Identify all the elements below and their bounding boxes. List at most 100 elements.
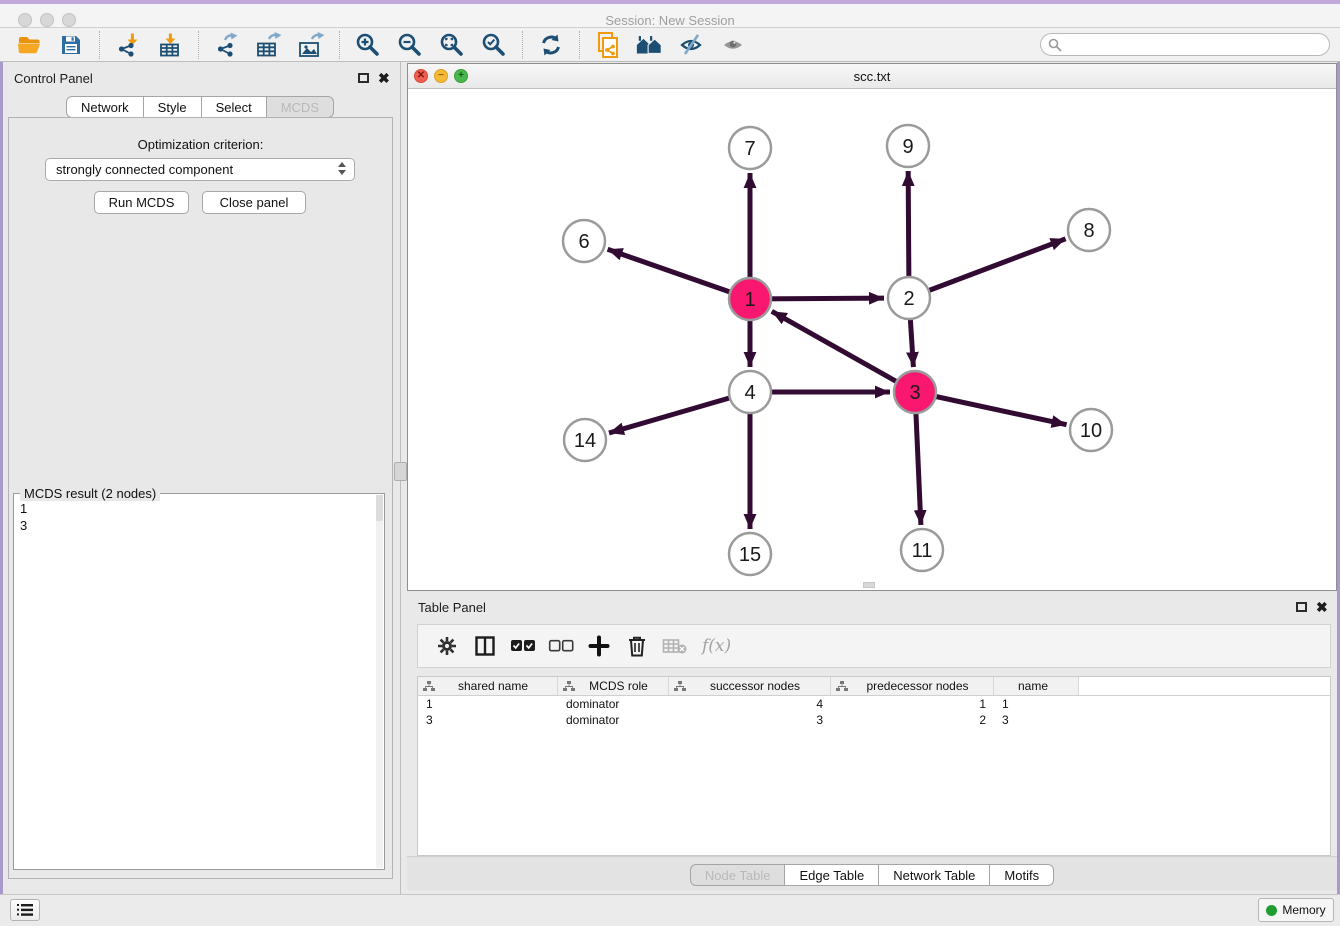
float-panel-icon[interactable] [358, 73, 369, 83]
cell-predecessor-nodes[interactable]: 2 [831, 712, 994, 728]
svg-text:1: 1 [744, 289, 755, 311]
network-view-window: ✕ − + scc.txt 7 9 6 8 1 2 4 3 14 10 15 11 [407, 63, 1337, 591]
columns-icon[interactable] [471, 632, 499, 660]
cell-MCDS-role[interactable]: dominator [558, 712, 669, 728]
app-title: Session: New Session [0, 13, 1340, 28]
node-9[interactable]: 9 [887, 125, 929, 167]
task-history-button[interactable] [10, 899, 40, 921]
zoom-out-icon[interactable] [395, 30, 425, 60]
node-6[interactable]: 6 [563, 220, 605, 262]
refresh-layout-icon[interactable] [536, 30, 566, 60]
tab-network[interactable]: Network [66, 96, 144, 118]
memory-label: Memory [1282, 903, 1325, 917]
import-table-icon[interactable] [155, 30, 185, 60]
node-8[interactable]: 8 [1068, 209, 1110, 251]
cell-shared-name[interactable]: 1 [418, 696, 558, 712]
export-network-icon[interactable] [212, 30, 242, 60]
node-4[interactable]: 4 [729, 371, 771, 413]
open-folder-icon[interactable] [14, 30, 44, 60]
edge-3-1[interactable] [772, 311, 915, 392]
cell-successor-nodes[interactable]: 4 [669, 696, 831, 712]
hide-panels-icon[interactable] [677, 30, 707, 60]
home-view-icon[interactable] [635, 30, 665, 60]
zoom-selected-icon[interactable] [479, 30, 509, 60]
add-row-icon[interactable] [585, 632, 613, 660]
result-scrollbar[interactable] [376, 495, 383, 868]
table-row[interactable]: 1dominator411 [418, 696, 1330, 712]
cell-name[interactable]: 1 [994, 696, 1079, 712]
run-mcds-button[interactable]: Run MCDS [94, 191, 189, 214]
status-bar [0, 894, 1340, 926]
node-11[interactable]: 11 [901, 529, 943, 571]
gear-icon[interactable] [433, 632, 461, 660]
node-15[interactable]: 15 [729, 533, 771, 575]
zoom-in-icon[interactable] [353, 30, 383, 60]
close-panel-icon[interactable]: ✖ [378, 72, 390, 84]
column-header-predecessor-nodes[interactable]: predecessor nodes [831, 677, 994, 695]
tab-edge-table[interactable]: Edge Table [785, 864, 879, 886]
hierarchy-icon [423, 681, 435, 692]
search-input[interactable] [1040, 33, 1330, 56]
save-session-icon[interactable] [56, 30, 86, 60]
node-10[interactable]: 10 [1070, 409, 1112, 451]
memory-button[interactable]: Memory [1258, 898, 1334, 922]
show-panels-icon[interactable] [719, 30, 749, 60]
table-tabs-bar: Node TableEdge TableNetwork TableMotifs [407, 856, 1337, 890]
cell-MCDS-role[interactable]: dominator [558, 696, 669, 712]
node-14[interactable]: 14 [564, 419, 606, 461]
close-panel-button[interactable]: Close panel [202, 191, 306, 214]
svg-text:14: 14 [574, 430, 596, 452]
column-header-successor-nodes[interactable]: successor nodes [669, 677, 831, 695]
cell-predecessor-nodes[interactable]: 1 [831, 696, 994, 712]
svg-text:15: 15 [739, 544, 761, 566]
column-header-MCDS-role[interactable]: MCDS role [558, 677, 669, 695]
mcds-result-text[interactable]: 1 3 [20, 500, 27, 534]
network-window-titlebar[interactable]: ✕ − + scc.txt [408, 64, 1336, 89]
main-titlebar: Session: New Session [0, 4, 1340, 28]
close-table-panel-icon[interactable]: ✖ [1316, 601, 1328, 613]
delete-table-icon[interactable] [661, 632, 689, 660]
cell-name[interactable]: 3 [994, 712, 1079, 728]
export-image-icon[interactable] [296, 30, 326, 60]
svg-text:8: 8 [1083, 220, 1094, 242]
select-stepper-icon [338, 162, 346, 175]
tab-style[interactable]: Style [144, 96, 202, 118]
svg-text:2: 2 [903, 288, 914, 310]
deselect-all-icon[interactable] [547, 632, 575, 660]
column-header-name[interactable]: name [994, 677, 1079, 695]
node-2[interactable]: 2 [888, 277, 930, 319]
edge-2-8[interactable] [909, 239, 1066, 298]
optimization-criterion-select[interactable]: strongly connected component [45, 158, 355, 181]
tab-mcds[interactable]: MCDS [267, 96, 334, 118]
table-toolbar: f(x) [417, 624, 1331, 668]
table-row[interactable]: 3dominator323 [418, 712, 1330, 728]
tab-select[interactable]: Select [202, 96, 267, 118]
import-network-icon[interactable] [113, 30, 143, 60]
svg-text:10: 10 [1080, 420, 1102, 442]
zoom-fit-icon[interactable] [437, 30, 467, 60]
tab-node-table[interactable]: Node Table [690, 864, 786, 886]
cell-successor-nodes[interactable]: 3 [669, 712, 831, 728]
select-all-icon[interactable] [509, 632, 537, 660]
float-table-panel-icon[interactable] [1296, 602, 1307, 612]
network-graph[interactable]: 7 9 6 8 1 2 4 3 14 10 15 11 [408, 90, 1336, 590]
divider-handle[interactable] [394, 462, 407, 481]
function-builder-icon[interactable]: f(x) [702, 636, 731, 656]
toolbar-separator [579, 31, 580, 59]
network-hscroll-thumb[interactable] [863, 582, 875, 588]
table-body: 1dominator4113dominator323 [418, 696, 1330, 728]
node-7[interactable]: 7 [729, 127, 771, 169]
tab-motifs[interactable]: Motifs [990, 864, 1054, 886]
edge-3-10[interactable] [915, 392, 1067, 425]
toolbar-separator [99, 31, 100, 59]
node-3[interactable]: 3 [894, 371, 936, 413]
tab-network-table[interactable]: Network Table [879, 864, 990, 886]
export-table-icon[interactable] [254, 30, 284, 60]
clone-network-icon[interactable] [593, 30, 623, 60]
edge-1-6[interactable] [608, 249, 750, 299]
search-box [1040, 33, 1330, 56]
node-1[interactable]: 1 [729, 278, 771, 320]
cell-shared-name[interactable]: 3 [418, 712, 558, 728]
delete-row-icon[interactable] [623, 632, 651, 660]
column-header-shared-name[interactable]: shared name [418, 677, 558, 695]
